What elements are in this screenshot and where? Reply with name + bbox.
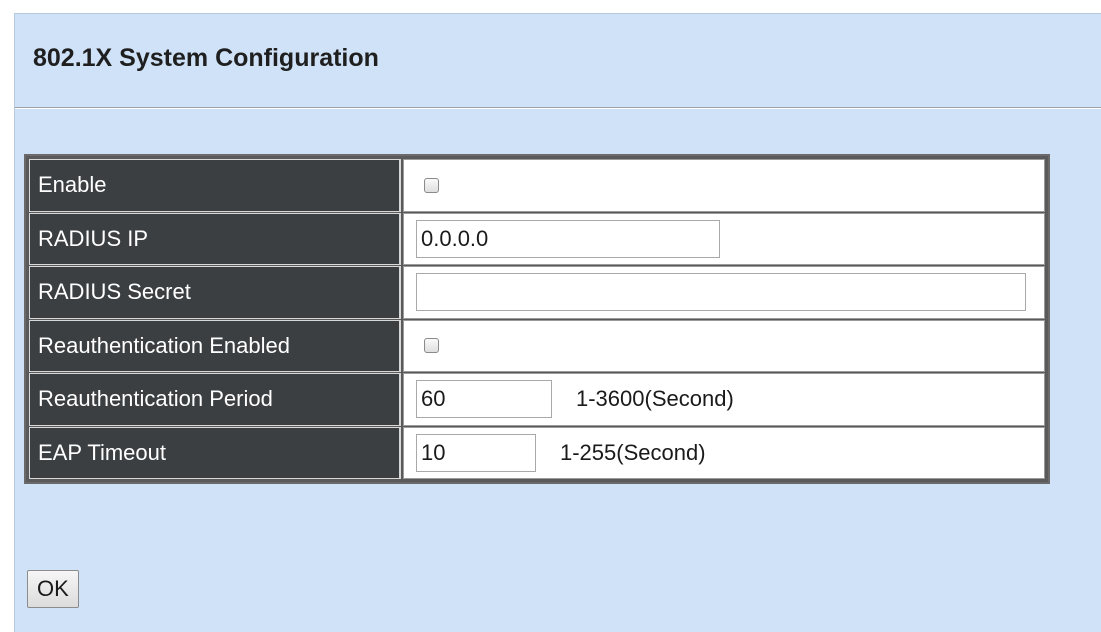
row-radius-secret: RADIUS Secret — [29, 266, 1045, 319]
eap-timeout-cell: 1-255(Second) — [403, 426, 1045, 479]
row-reauth-enabled: Reauthentication Enabled — [29, 319, 1045, 372]
row-eap-timeout: EAP Timeout 1-255(Second) — [29, 426, 1045, 479]
reauth-period-input[interactable] — [416, 380, 552, 419]
radius-secret-input[interactable] — [416, 273, 1026, 312]
config-panel: 802.1X System Configuration Enable RADIU… — [14, 13, 1101, 632]
config-table: Enable RADIUS IP RADIUS Secret Reauthent… — [24, 154, 1050, 484]
ok-button[interactable]: OK — [27, 570, 79, 608]
reauth-enabled-checkbox[interactable] — [424, 338, 439, 354]
radius-secret-cell — [403, 266, 1045, 319]
eap-timeout-range: 1-255(Second) — [560, 439, 706, 465]
row-reauth-period: Reauthentication Period 1-3600(Second) — [29, 373, 1045, 426]
radius-ip-cell — [403, 212, 1045, 265]
radius-ip-label: RADIUS IP — [29, 212, 401, 265]
reauth-period-range: 1-3600(Second) — [576, 386, 734, 412]
enable-checkbox[interactable] — [424, 177, 439, 193]
eap-timeout-label: EAP Timeout — [29, 426, 401, 479]
title-divider — [15, 107, 1101, 108]
page-title: 802.1X System Configuration — [33, 44, 379, 72]
radius-ip-input[interactable] — [416, 219, 720, 258]
enable-cell — [403, 159, 1045, 212]
row-radius-ip: RADIUS IP — [29, 212, 1045, 265]
row-enable: Enable — [29, 159, 1045, 212]
eap-timeout-input[interactable] — [416, 433, 536, 472]
reauth-period-label: Reauthentication Period — [29, 373, 401, 426]
enable-label: Enable — [29, 159, 401, 212]
reauth-enabled-cell — [403, 319, 1045, 372]
reauth-period-cell: 1-3600(Second) — [403, 373, 1045, 426]
reauth-enabled-label: Reauthentication Enabled — [29, 319, 401, 372]
radius-secret-label: RADIUS Secret — [29, 266, 401, 319]
